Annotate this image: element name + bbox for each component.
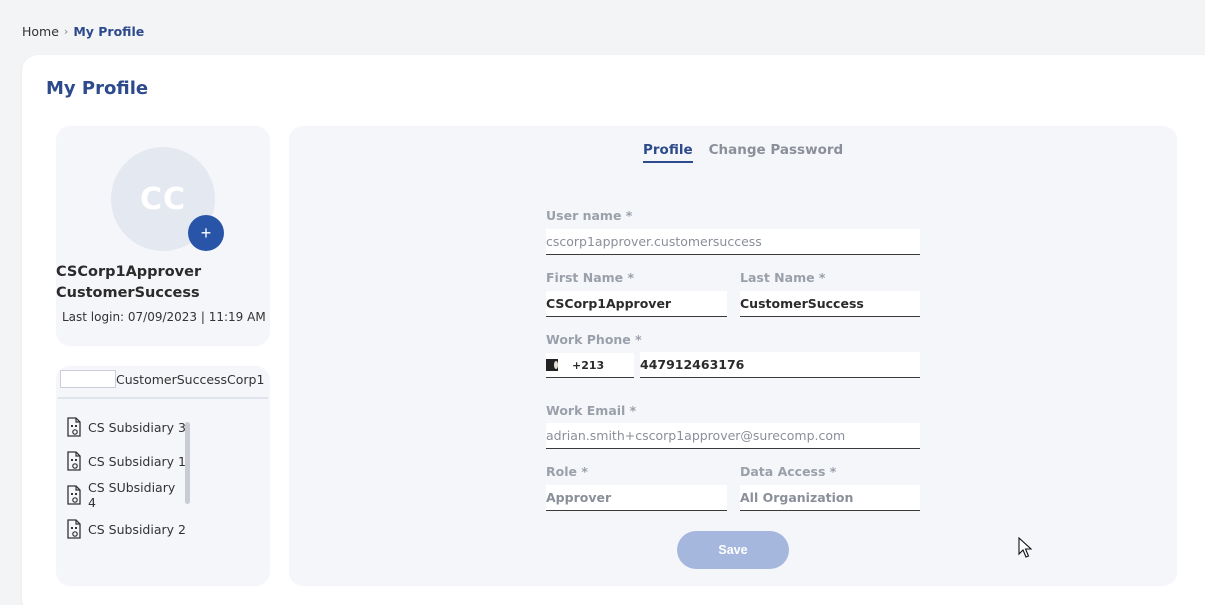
algeria-flag-icon <box>546 359 558 371</box>
building-document-icon <box>66 417 82 437</box>
role-label: Role * <box>546 464 588 479</box>
firstname-field[interactable]: CSCorp1Approver <box>546 291 727 317</box>
subsidiary-label: CS Subsidiary 3 <box>88 419 186 435</box>
role-field[interactable]: Approver <box>546 485 727 511</box>
username-field[interactable]: cscorp1approver.customersuccess <box>546 229 920 255</box>
country-code-value: +213 <box>572 358 605 372</box>
subsidiary-label: CS Subsidiary 2 <box>88 521 186 537</box>
username-label: User name * <box>546 208 633 223</box>
last-login: Last login: 07/09/2023 | 11:19 AM <box>62 310 266 324</box>
tab-bar: Profile Change Password <box>643 142 843 163</box>
lastname-field[interactable]: CustomerSuccess <box>740 291 920 317</box>
save-button[interactable]: Save <box>677 531 789 569</box>
dataaccess-field[interactable]: All Organization <box>740 485 920 511</box>
user-name-line1: CSCorp1Approver <box>56 264 202 280</box>
breadcrumb-home-link[interactable]: Home <box>22 24 59 39</box>
mouse-pointer-icon <box>1018 537 1032 558</box>
list-item[interactable]: CS SUbsidiary 4 <box>66 478 186 512</box>
user-full-name: CSCorp1Approver CustomerSuccess <box>56 262 256 304</box>
building-document-icon <box>66 451 82 471</box>
tab-profile[interactable]: Profile <box>643 142 693 163</box>
list-item[interactable]: CS Subsidiary 2 <box>66 512 186 546</box>
workphone-label: Work Phone * <box>546 332 642 347</box>
list-scrollbar[interactable] <box>185 422 190 504</box>
firstname-label: First Name * <box>546 270 635 285</box>
subsidiary-list: CS Subsidiary 3 CS Subsidiary 1 CS SUbsi… <box>66 410 186 546</box>
list-item[interactable]: CS Subsidiary 1 <box>66 444 186 478</box>
breadcrumb-separator: › <box>63 25 69 38</box>
breadcrumb: Home › My Profile <box>22 24 144 39</box>
building-document-icon <box>66 519 82 539</box>
dataaccess-label: Data Access * <box>740 464 837 479</box>
corp-logo <box>60 370 116 388</box>
divider <box>58 397 268 399</box>
building-document-icon <box>66 485 82 505</box>
workemail-label: Work Email * <box>546 403 637 418</box>
tab-change-password[interactable]: Change Password <box>709 142 844 163</box>
lastname-label: Last Name * <box>740 270 826 285</box>
subsidiary-label: CS Subsidiary 1 <box>88 453 186 469</box>
breadcrumb-current: My Profile <box>73 24 145 39</box>
phone-number-field[interactable]: 447912463176 <box>640 352 920 378</box>
user-name-line2: CustomerSuccess <box>56 285 200 301</box>
page-title: My Profile <box>46 78 149 99</box>
list-item[interactable]: CS Subsidiary 3 <box>66 410 186 444</box>
subsidiary-label: CS SUbsidiary 4 <box>88 480 176 510</box>
add-avatar-button[interactable]: + <box>188 215 224 251</box>
workemail-field[interactable]: adrian.smith+cscorp1approver@surecomp.co… <box>546 423 920 449</box>
country-code-select[interactable]: +213 <box>546 353 634 378</box>
organization-name[interactable]: CustomerSuccessCorp1 <box>116 372 264 387</box>
plus-icon: + <box>200 223 212 243</box>
